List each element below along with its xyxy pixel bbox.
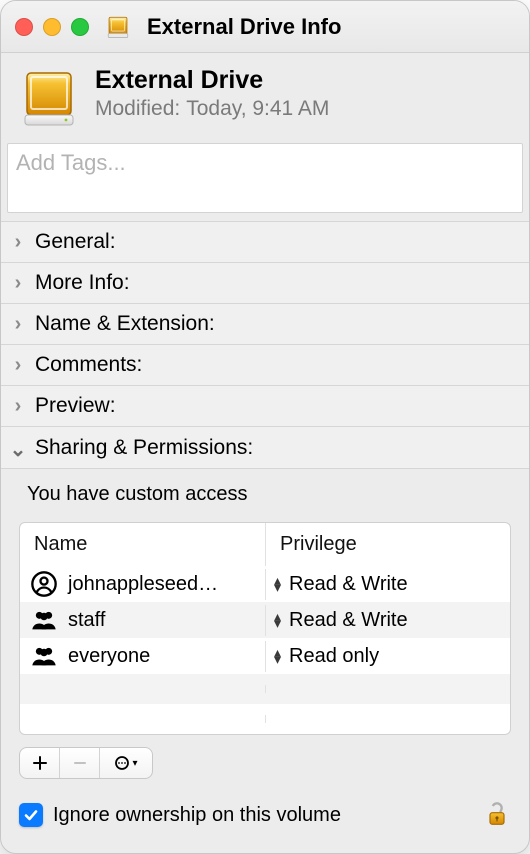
- section-label: Preview:: [35, 394, 116, 418]
- drive-icon: [105, 14, 131, 40]
- permissions-table: Name Privilege johnappleseed… ▴▾: [19, 522, 511, 735]
- footer: Ignore ownership on this volume: [1, 791, 529, 845]
- row-name: everyone: [68, 645, 150, 668]
- drive-icon-large: [17, 67, 81, 131]
- header: External Drive Modified: Today, 9:41 AM: [1, 53, 529, 143]
- maximize-button[interactable]: [71, 18, 89, 36]
- table-row-empty: [20, 704, 510, 734]
- unlocked-icon[interactable]: [483, 801, 511, 829]
- section-label: Sharing & Permissions:: [35, 436, 253, 460]
- section-comments[interactable]: › Comments:: [1, 345, 529, 386]
- group-icon: [30, 606, 58, 634]
- table-row[interactable]: staff ▴▾ Read & Write: [20, 602, 510, 638]
- close-button[interactable]: [15, 18, 33, 36]
- ignore-ownership-checkbox[interactable]: Ignore ownership on this volume: [19, 803, 341, 827]
- checkbox-label: Ignore ownership on this volume: [53, 804, 341, 827]
- window-title: External Drive Info: [147, 14, 341, 40]
- section-label: More Info:: [35, 271, 130, 295]
- sections: › General: › More Info: › Name & Extensi…: [1, 221, 529, 469]
- chevron-right-icon: ›: [9, 313, 27, 336]
- chevron-right-icon: ›: [9, 272, 27, 295]
- column-name[interactable]: Name: [20, 523, 265, 566]
- chevron-down-icon: ⌄: [9, 437, 27, 462]
- section-sharing[interactable]: ⌄ Sharing & Permissions:: [1, 427, 529, 469]
- add-button[interactable]: [20, 748, 60, 778]
- access-text: You have custom access: [27, 483, 511, 506]
- item-name: External Drive: [95, 67, 329, 95]
- info-window: External Drive Info External Drive: [0, 0, 530, 854]
- chevron-right-icon: ›: [9, 231, 27, 254]
- section-name-extension[interactable]: › Name & Extension:: [1, 304, 529, 345]
- table-row[interactable]: johnappleseed… ▴▾ Read & Write: [20, 566, 510, 602]
- section-label: General:: [35, 230, 116, 254]
- table-header: Name Privilege: [20, 523, 510, 566]
- row-name: staff: [68, 609, 105, 632]
- section-more-info[interactable]: › More Info:: [1, 263, 529, 304]
- remove-button[interactable]: [60, 748, 100, 778]
- titlebar: External Drive Info: [1, 1, 529, 53]
- tags-placeholder: Add Tags...: [16, 150, 126, 175]
- modified-value: Today, 9:41 AM: [186, 97, 329, 121]
- section-preview[interactable]: › Preview:: [1, 386, 529, 427]
- section-label: Name & Extension:: [35, 312, 215, 336]
- tags-field[interactable]: Add Tags...: [7, 143, 523, 213]
- window-controls: [15, 18, 89, 36]
- modified-label: Modified:: [95, 97, 180, 121]
- row-privilege: Read only: [289, 645, 379, 668]
- table-body: johnappleseed… ▴▾ Read & Write: [20, 566, 510, 734]
- row-name: johnappleseed…: [68, 573, 218, 596]
- chevron-down-icon: ▾: [132, 758, 137, 769]
- table-row-empty: [20, 674, 510, 704]
- group-icon: [30, 642, 58, 670]
- permissions-toolbar: ▾: [19, 747, 511, 779]
- sharing-body: You have custom access Name Privilege jo…: [1, 469, 529, 791]
- minimize-button[interactable]: [43, 18, 61, 36]
- table-row[interactable]: everyone ▴▾ Read only: [20, 638, 510, 674]
- chevron-right-icon: ›: [9, 354, 27, 377]
- stepper-icon[interactable]: ▴▾: [274, 613, 281, 627]
- checkbox-icon: [19, 803, 43, 827]
- chevron-right-icon: ›: [9, 395, 27, 418]
- row-privilege: Read & Write: [289, 573, 408, 596]
- section-label: Comments:: [35, 353, 142, 377]
- row-privilege: Read & Write: [289, 609, 408, 632]
- section-general[interactable]: › General:: [1, 221, 529, 263]
- stepper-icon[interactable]: ▴▾: [274, 649, 281, 663]
- more-options-button[interactable]: ▾: [100, 748, 152, 778]
- stepper-icon[interactable]: ▴▾: [274, 577, 281, 591]
- column-privilege[interactable]: Privilege: [265, 523, 510, 566]
- person-icon: [30, 570, 58, 598]
